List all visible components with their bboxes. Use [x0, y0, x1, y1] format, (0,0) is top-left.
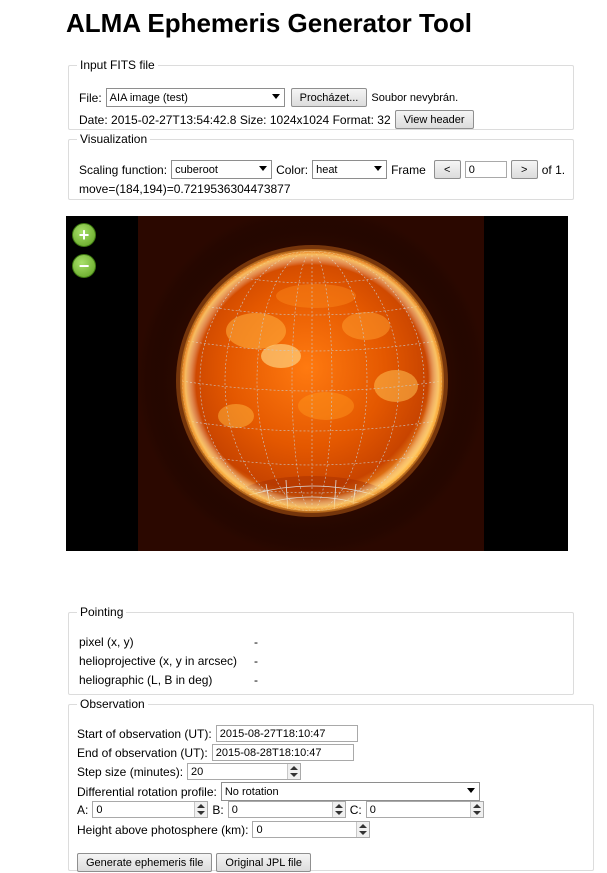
chevron-down-icon [271, 94, 280, 99]
b-label: B: [212, 802, 224, 817]
c-label: C: [349, 802, 362, 817]
height-input[interactable]: 0 [252, 821, 371, 838]
frame-input[interactable]: 0 [464, 161, 507, 178]
chevron-down-icon [466, 788, 475, 793]
zoom-out-icon[interactable]: − [72, 254, 96, 278]
diffrot-select[interactable]: No rotation [220, 782, 480, 801]
browse-button[interactable]: Procházet... [290, 88, 368, 107]
scaling-select[interactable]: cuberoot [171, 160, 273, 179]
size-value: 1024x1024 [269, 112, 330, 127]
pointing-row: pixel (x, y) - [79, 632, 258, 651]
format-label: Format: [332, 112, 374, 127]
spinner-icon[interactable] [469, 802, 483, 817]
pointing-value: - [254, 653, 258, 668]
size-label: Size: [239, 112, 267, 127]
observation-panel: Observation Start of observation (UT): 2… [68, 697, 594, 872]
spinner-icon[interactable] [331, 802, 345, 817]
spinner-icon[interactable] [194, 802, 208, 817]
c-input[interactable]: 0 [365, 801, 484, 818]
start-input[interactable]: 2015-08-27T18:10:47 [215, 725, 358, 742]
frame-total: of 1. [541, 162, 566, 177]
b-input[interactable]: 0 [227, 801, 346, 818]
a-label: A: [77, 802, 89, 817]
input-fits-panel: Input FITS file File: AIA image (test) P… [68, 58, 574, 130]
height-label: Height above photosphere (km): [77, 822, 249, 837]
pointing-label: helioprojective (x, y in arcsec) [79, 653, 238, 668]
date-value: 2015-02-27T13:54:42.8 [111, 112, 237, 127]
zoom-in-icon[interactable]: + [72, 223, 96, 247]
file-label: File: [79, 90, 102, 105]
date-label: Date: [79, 112, 108, 127]
pointing-legend: Pointing [80, 605, 124, 619]
frame-label: Frame [391, 162, 426, 177]
visualization-legend: Visualization [80, 132, 148, 146]
c-input-value: 0 [369, 803, 376, 816]
scaling-select-value: cuberoot [175, 163, 218, 176]
spinner-icon[interactable] [356, 822, 370, 837]
prev-frame-button[interactable]: < [433, 160, 461, 179]
color-select-value: heat [316, 163, 338, 176]
color-label: Color: [276, 162, 309, 177]
step-label: Step size (minutes): [77, 764, 184, 779]
pointing-row: helioprojective (x, y in arcsec) - [79, 651, 258, 670]
pointing-label: pixel (x, y) [79, 634, 134, 649]
sun-image [137, 216, 487, 551]
step-input-value: 20 [191, 765, 204, 778]
height-input-value: 0 [256, 823, 263, 836]
step-input[interactable]: 20 [187, 763, 302, 780]
pointing-row: heliographic (L, B in deg) - [79, 670, 258, 689]
original-jpl-button[interactable]: Original JPL file [216, 853, 312, 872]
next-frame-button[interactable]: > [510, 160, 538, 179]
no-file-text: Soubor nevybrán. [371, 91, 459, 104]
chevron-down-icon [374, 166, 383, 171]
pointing-value: - [254, 634, 258, 649]
format-value: 32 [377, 112, 391, 127]
observation-legend: Observation [80, 697, 145, 711]
page-title: ALMA Ephemeris Generator Tool [66, 8, 472, 38]
diffrot-label: Differential rotation profile: [77, 784, 217, 799]
b-input-value: 0 [231, 803, 238, 816]
view-header-button[interactable]: View header [394, 110, 474, 129]
diffrot-select-value: No rotation [224, 785, 279, 798]
file-select-value: AIA image (test) [109, 91, 188, 104]
pointing-table: pixel (x, y) - helioprojective (x, y in … [79, 632, 258, 689]
end-label: End of observation (UT): [77, 745, 208, 760]
image-viewer[interactable]: + − [66, 216, 568, 551]
chevron-down-icon [259, 166, 268, 171]
a-input[interactable]: 0 [92, 801, 209, 818]
visualization-panel: Visualization Scaling function: cuberoot… [68, 132, 574, 200]
a-input-value: 0 [96, 803, 103, 816]
generate-ephemeris-button[interactable]: Generate ephemeris file [77, 853, 213, 872]
scaling-label: Scaling function: [79, 162, 168, 177]
spinner-icon[interactable] [287, 764, 301, 779]
move-readout: move=(184,194)=0.7219536304473877 [79, 182, 291, 196]
color-select[interactable]: heat [312, 160, 388, 179]
end-input[interactable]: 2015-08-28T18:10:47 [211, 744, 354, 761]
pointing-panel: Pointing pixel (x, y) - helioprojective … [68, 605, 574, 695]
start-label: Start of observation (UT): [77, 726, 212, 741]
file-select[interactable]: AIA image (test) [105, 88, 285, 107]
input-fits-legend: Input FITS file [80, 58, 155, 72]
pointing-value: - [254, 672, 258, 687]
pointing-label: heliographic (L, B in deg) [79, 672, 213, 687]
